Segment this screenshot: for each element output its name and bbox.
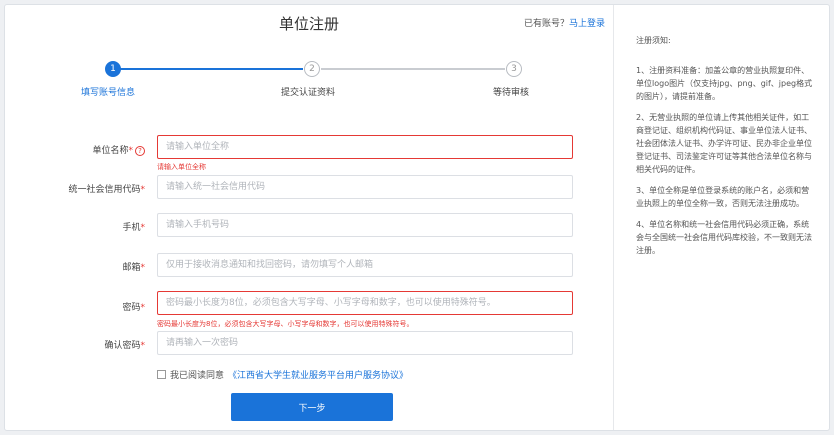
required-mark: *	[128, 146, 134, 156]
email-label: 邮箱*	[122, 263, 146, 273]
step-1-circle: 1	[105, 61, 121, 77]
note-item: 1、注册资料准备：加盖公章的营业执照复印件、单位logo图片（仅支持jpg、pn…	[636, 66, 813, 101]
confirm-password-label: 确认密码*	[104, 341, 146, 351]
step-1-label: 填写账号信息	[81, 88, 136, 98]
agreement-link[interactable]: 《江西省大学生就业服务平台用户服务协议》	[228, 368, 408, 381]
email-input[interactable]	[157, 253, 573, 277]
has-account-text: 已有账号？	[523, 19, 569, 29]
note-item: 4、单位名称和统一社会信用代码必须正确，系统会与全国统一社会信用代码库校验，不一…	[636, 220, 812, 255]
page-background: 单位注册 已有账号？马上登录 1 2 3 填写账号信息 提交认证资料 等待审核 …	[0, 0, 834, 435]
phone-input[interactable]	[157, 213, 573, 237]
confirm-password-input[interactable]	[157, 331, 573, 355]
agreement-row: 我已阅读同意 《江西省大学生就业服务平台用户服务协议》	[157, 368, 408, 381]
password-error: 密码最小长度为8位，必须包含大写字母、小写字母和数字，也可以使用特殊符号。	[157, 320, 414, 328]
step-2-circle: 2	[304, 61, 320, 77]
next-step-button[interactable]: 下一步	[231, 393, 393, 421]
step-line-pending	[321, 68, 505, 70]
step-line-done	[117, 68, 303, 70]
note-item: 3、单位全称是单位登录系统的账户名，必须和营业执照上的单位全称一致，否则无法注册…	[636, 186, 810, 208]
step-3-circle: 3	[506, 61, 522, 77]
phone-label: 手机*	[122, 223, 146, 233]
login-hint: 已有账号？马上登录	[524, 16, 605, 29]
required-mark: *	[140, 303, 146, 313]
agreement-checkbox[interactable]	[157, 370, 166, 379]
step-2-label: 提交认证资料	[281, 88, 336, 98]
password-input[interactable]	[157, 291, 573, 315]
required-mark: *	[140, 341, 146, 351]
help-icon[interactable]: ?	[135, 145, 145, 156]
register-main: 单位注册 已有账号？马上登录 1 2 3 填写账号信息 提交认证资料 等待审核 …	[5, 5, 613, 430]
login-link[interactable]: 马上登录	[569, 19, 605, 29]
credit-code-label: 统一社会信用代码*	[68, 185, 146, 195]
required-mark: *	[140, 185, 146, 195]
register-card: 单位注册 已有账号？马上登录 1 2 3 填写账号信息 提交认证资料 等待审核 …	[4, 4, 830, 431]
org-name-input[interactable]	[157, 135, 573, 159]
notes-sidebar: 注册须知: 1、注册资料准备：加盖公章的营业执照复印件、单位logo图片（仅支持…	[614, 5, 829, 430]
agreement-prefix: 我已阅读同意	[170, 371, 225, 381]
note-item: 2、无营业执照的单位请上传其他相关证件，如工商登记证、组织机构代码证、事业单位法…	[636, 113, 812, 174]
password-label: 密码*	[122, 303, 146, 313]
org-name-label: 单位名称*?	[5, 143, 145, 156]
org-name-error: 请输入单位全称	[157, 163, 206, 171]
page-title: 单位注册	[278, 15, 339, 33]
credit-code-input[interactable]	[157, 175, 573, 199]
required-mark: *	[140, 223, 146, 233]
required-mark: *	[140, 263, 146, 273]
step-3-label: 等待审核	[493, 88, 530, 98]
notes-title: 注册须知:	[636, 36, 671, 45]
